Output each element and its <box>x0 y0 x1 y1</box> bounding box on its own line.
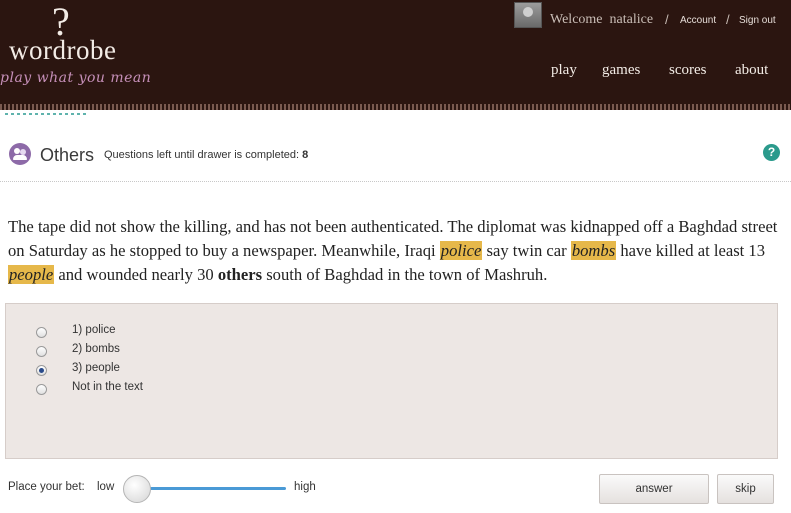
welcome-text: Welcome natalice <box>550 12 653 28</box>
target-word: others <box>217 265 263 284</box>
header-border <box>0 104 791 110</box>
passage-text: The tape did not show the killing, and h… <box>8 215 783 287</box>
decorative-divider <box>5 113 87 115</box>
sign-out-link[interactable]: Sign out <box>739 15 776 26</box>
welcome-label: Welcome <box>550 12 603 27</box>
highlight-people: people <box>8 265 55 284</box>
game-title: Others <box>40 145 95 165</box>
bet-low-label: low <box>97 481 115 493</box>
account-link[interactable]: Account <box>680 15 716 26</box>
progress-count: 8 <box>302 149 309 161</box>
bet-high-label: high <box>294 481 316 493</box>
option-label: 1) police <box>72 324 116 336</box>
help-icon[interactable]: ? <box>763 144 780 161</box>
radio-button-selected[interactable] <box>36 365 47 376</box>
passage-segment: have killed at least 13 <box>616 241 766 260</box>
option-label: 2) bombs <box>72 343 120 355</box>
progress-text: Questions left until drawer is completed… <box>104 149 308 161</box>
passage-segment: say twin car <box>482 241 571 260</box>
passage-segment: and wounded nearly 30 <box>54 265 218 284</box>
username: natalice <box>609 12 654 27</box>
option-label: 3) people <box>72 362 120 374</box>
others-group-icon <box>9 143 31 165</box>
radio-button[interactable] <box>36 384 47 395</box>
logo-tagline: play what you mean <box>0 70 152 86</box>
answer-options-panel: 1) police 2) bombs 3) people Not in the … <box>5 303 778 459</box>
bet-slider-track[interactable] <box>150 487 286 490</box>
skip-button[interactable]: skip <box>717 474 774 504</box>
nav-games[interactable]: games <box>602 62 640 79</box>
nav-about[interactable]: about <box>735 62 768 79</box>
passage-segment: south of Baghdad in the town of Mashruh. <box>262 265 548 284</box>
title-divider <box>0 181 791 182</box>
answer-button[interactable]: answer <box>599 474 709 504</box>
highlight-police: police <box>439 241 483 260</box>
bet-label: Place your bet: <box>8 481 85 493</box>
header-separator: / <box>726 12 730 27</box>
nav-scores[interactable]: scores <box>669 62 707 79</box>
logo-wordmark[interactable]: wordrobe <box>9 35 116 66</box>
radio-button[interactable] <box>36 346 47 357</box>
option-label: Not in the text <box>72 381 143 393</box>
site-header: ? wordrobe play what you mean Welcome na… <box>0 0 791 104</box>
header-separator: / <box>665 12 669 27</box>
user-avatar[interactable] <box>514 2 542 28</box>
radio-button[interactable] <box>36 327 47 338</box>
nav-play[interactable]: play <box>551 62 577 79</box>
highlight-bombs: bombs <box>570 241 617 260</box>
bet-slider-handle[interactable] <box>123 475 151 503</box>
progress-label: Questions left until drawer is completed… <box>104 149 300 161</box>
